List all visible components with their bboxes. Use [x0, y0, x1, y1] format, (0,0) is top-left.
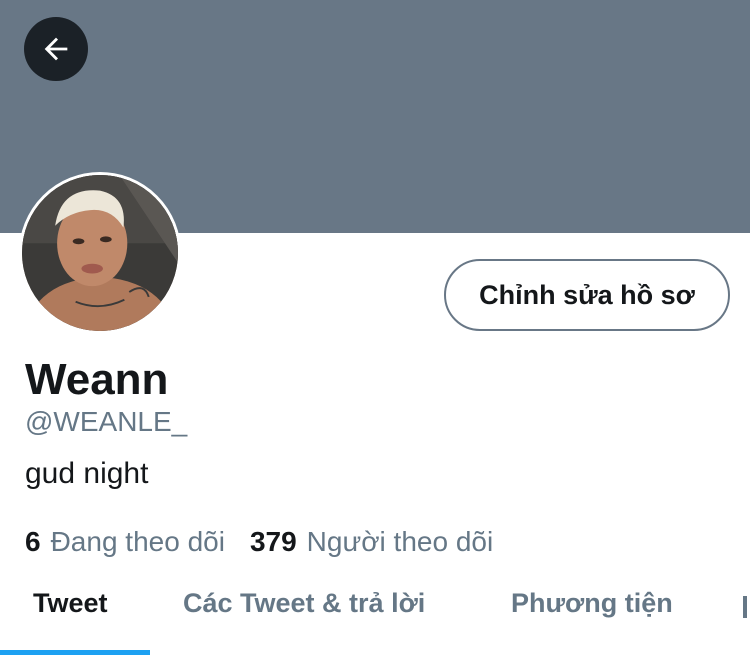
active-tab-indicator: [0, 650, 150, 655]
followers-count: 379: [249, 526, 297, 557]
user-handle: @WEANLE_: [25, 406, 188, 437]
arrow-left-icon: [44, 37, 68, 61]
back-button[interactable]: [24, 17, 88, 81]
tab-tweets-and-replies[interactable]: Các Tweet & trả lời: [183, 588, 425, 619]
followers-label: Người theo dõi: [306, 526, 494, 557]
edit-profile-button[interactable]: Chỉnh sửa hồ sơ: [444, 259, 730, 331]
avatar-image: [22, 175, 178, 331]
following-link[interactable]: 6 Đang theo dõi: [25, 526, 225, 558]
profile-tabs: Tweet Các Tweet & trả lời Phương tiện: [0, 578, 750, 658]
following-label: Đang theo dõi: [50, 526, 225, 557]
avatar[interactable]: [19, 172, 181, 334]
display-name: Weann: [25, 355, 169, 404]
follow-stats: 6 Đang theo dõi 379 Người theo dõi: [25, 526, 493, 558]
user-bio: gud night: [25, 457, 149, 490]
tab-media[interactable]: Phương tiện: [511, 588, 673, 619]
tab-overflow[interactable]: [743, 596, 747, 618]
followers-link[interactable]: 379 Người theo dõi: [250, 526, 493, 558]
following-count: 6: [25, 526, 41, 557]
tab-tweets[interactable]: Tweet: [33, 588, 108, 619]
